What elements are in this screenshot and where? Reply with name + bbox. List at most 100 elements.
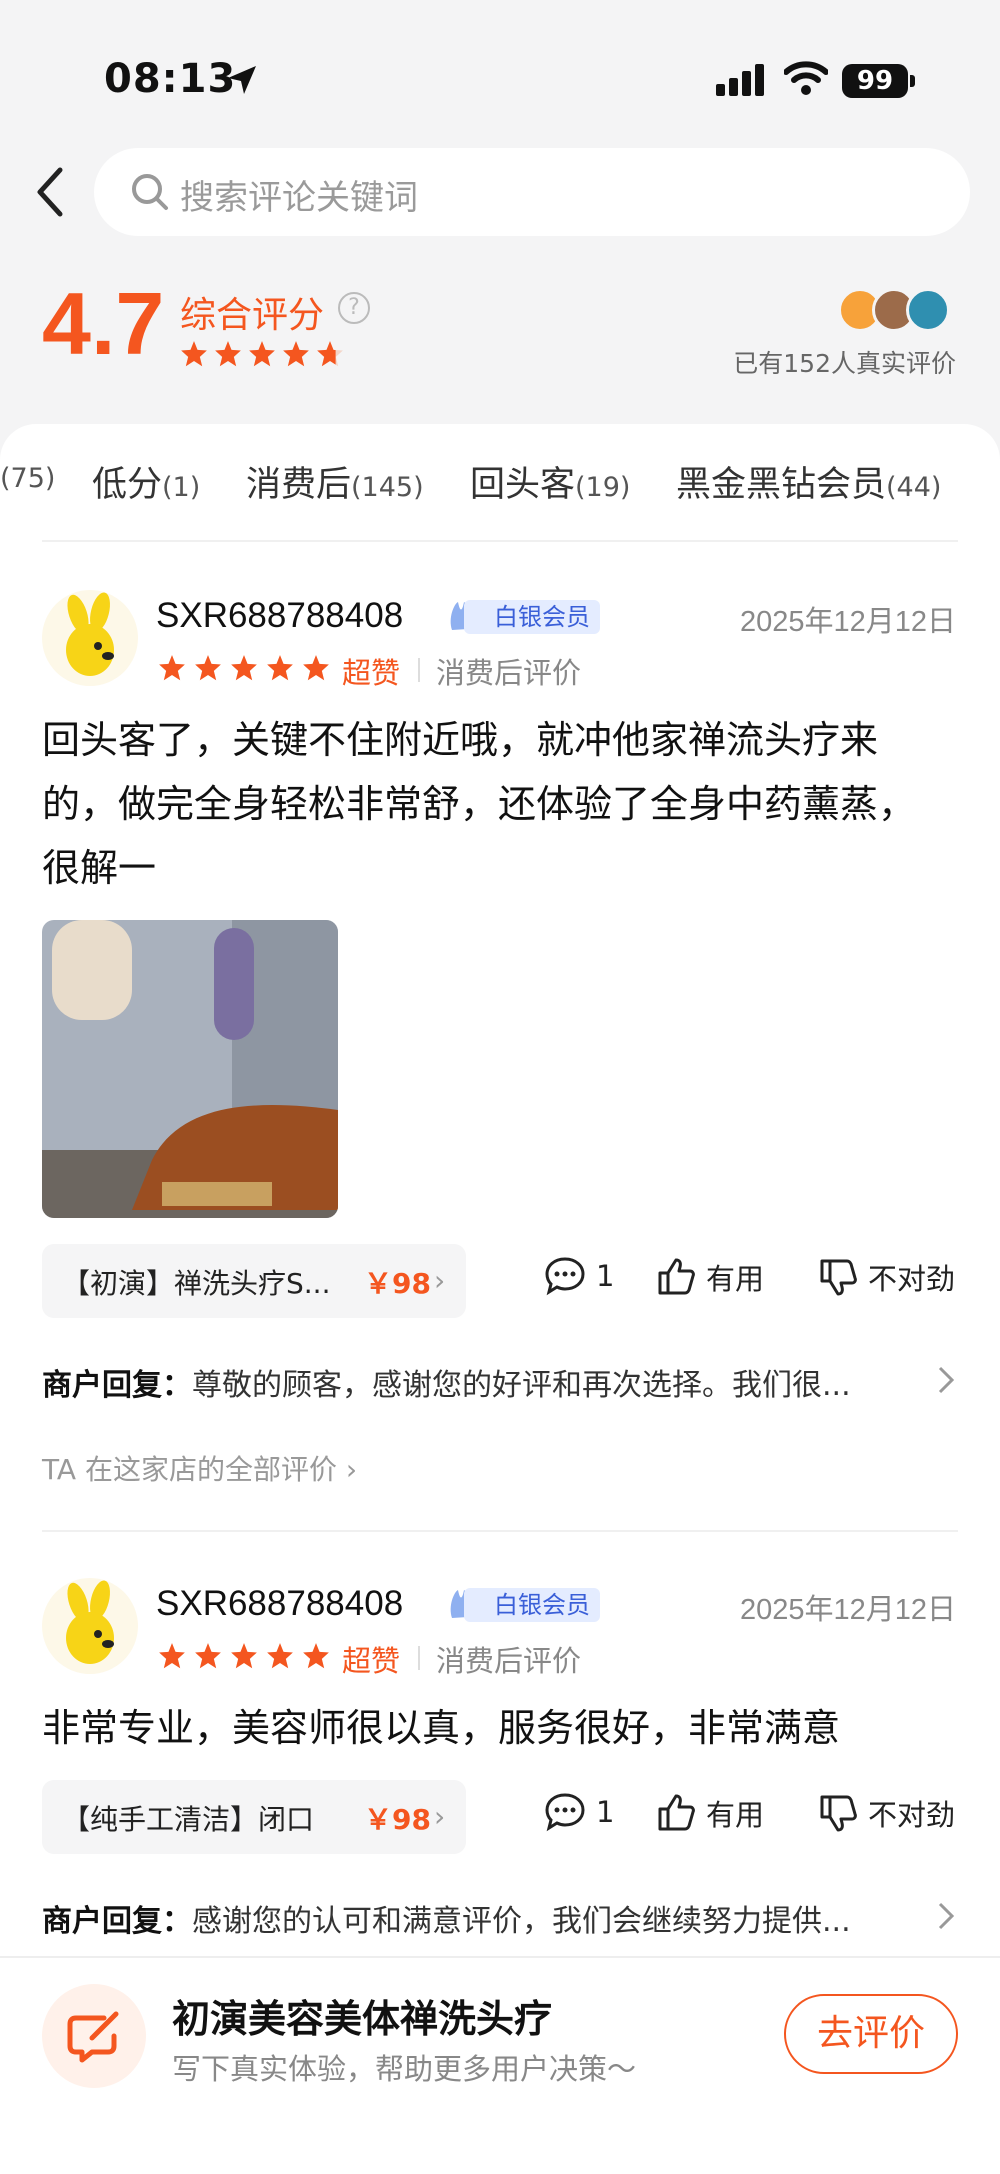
report-button[interactable]: 不对劲: [818, 1256, 955, 1298]
tab-returning[interactable]: 回头客(19): [470, 456, 630, 507]
product-tag[interactable]: 【纯手工清洁】闭口 ￥98 ›: [42, 1780, 466, 1854]
star-icon: [159, 1643, 185, 1669]
review-text-line: 回头客了，关键不住附近哦，就冲他家禅流头疗来: [42, 718, 879, 762]
all-reviews-link[interactable]: TA 在这家店的全部评价 ›: [42, 1448, 357, 1488]
avatar-image: [66, 592, 114, 676]
comment-icon: [545, 1257, 585, 1296]
star-icon: [303, 655, 329, 681]
review-level: 超赞: [342, 656, 401, 690]
tab-count: (19): [575, 472, 631, 503]
comment-count: 1: [596, 1795, 615, 1829]
write-review-glyph: [67, 2011, 119, 2063]
search-icon: [132, 174, 168, 210]
avatar[interactable]: [42, 1578, 138, 1674]
useful-button[interactable]: 有用: [656, 1256, 764, 1298]
review-photo-image: [42, 920, 338, 1218]
tab-black-gold-member[interactable]: 黑金黑钻会员(44): [676, 456, 941, 507]
star-icon: [303, 1643, 329, 1669]
username[interactable]: SXR688788408: [156, 596, 403, 636]
review-type: 消费后评价: [436, 1644, 582, 1678]
comment-icon: [545, 1793, 585, 1832]
avatar-image: [66, 1580, 114, 1664]
star-icon: [195, 655, 221, 681]
review-stars: [158, 1642, 330, 1670]
review-photo[interactable]: [42, 920, 338, 1218]
separator: [418, 658, 420, 682]
username[interactable]: SXR688788408: [156, 1584, 403, 1624]
star-icon: [181, 341, 207, 367]
product-tag[interactable]: 【初演】禅洗头疗S... ￥98 ›: [42, 1244, 466, 1318]
back-icon[interactable]: [30, 162, 70, 222]
review-text[interactable]: 回头客了，关键不住附近哦，就冲他家禅流头疗来 的，做完全身轻松非常舒，还体验了全…: [42, 708, 958, 900]
tab-partial[interactable]: (75): [0, 456, 55, 496]
divider: [42, 540, 958, 542]
star-icon: [159, 655, 185, 681]
review-level: 超赞: [342, 1644, 401, 1678]
review-date: 2025年12月12日: [739, 1594, 956, 1626]
reply-label: 商户回复：: [42, 1368, 192, 1403]
divider: [42, 1530, 958, 1532]
reply-label: 商户回复：: [42, 1904, 192, 1939]
tab-label: 回头客: [470, 465, 576, 505]
help-icon[interactable]: ?: [338, 292, 370, 324]
review-text[interactable]: 非常专业，美容师很以真，服务很好，非常满意: [42, 1696, 958, 1760]
score-label: 综合评分: [180, 295, 325, 336]
avatar: [906, 288, 950, 332]
review-text-line: 的，做完全身轻松非常舒，还体验了全身中药薰蒸，: [42, 782, 917, 826]
separator: [418, 1646, 420, 1670]
location-arrow-icon: [228, 66, 256, 94]
product-name: 【初演】禅洗头疗S...: [62, 1267, 331, 1300]
member-badge: 白银会员: [444, 598, 600, 636]
battery-nub: [910, 75, 915, 87]
review-text-line: 非常专业，美容师很以真，服务很好，非常满意: [42, 1706, 841, 1750]
shop-name: 初演美容美体禅洗头疗: [172, 1997, 553, 2041]
tab-count: (145): [351, 472, 424, 503]
member-badge: 白银会员: [444, 1586, 600, 1624]
product-price: ￥98: [364, 1267, 431, 1300]
merchant-reply[interactable]: 商户回复：感谢您的认可和满意评价，我们会继续努力提供...: [42, 1896, 958, 1940]
tab-low-score[interactable]: 低分(1): [92, 456, 200, 507]
chevron-right-icon[interactable]: [936, 1900, 956, 1932]
chevron-right-icon[interactable]: [936, 1364, 956, 1396]
useful-label: 有用: [706, 1798, 765, 1832]
report-button[interactable]: 不对劲: [818, 1792, 955, 1834]
search-input[interactable]: 搜索评论关键词: [94, 148, 970, 236]
star-icon: [267, 655, 293, 681]
chevron-right-icon: ›: [434, 1264, 446, 1297]
reply-text: 尊敬的顾客，感谢您的好评和再次选择。我们很...: [192, 1368, 851, 1403]
member-badge-label: 白银会员: [464, 1588, 600, 1622]
tab-count: (44): [886, 472, 942, 503]
avatar[interactable]: [42, 590, 138, 686]
star-icon: [283, 341, 309, 367]
star-icon: [231, 1643, 257, 1669]
comment-button[interactable]: 1: [544, 1792, 614, 1832]
useful-label: 有用: [706, 1262, 765, 1296]
write-review-icon[interactable]: [42, 1984, 146, 2088]
thumb-up-icon: [658, 1258, 695, 1295]
star-icon: [195, 1643, 221, 1669]
tab-label: 消费后: [246, 465, 352, 505]
review-date: 2025年12月12日: [739, 606, 956, 638]
review-type: 消费后评价: [436, 656, 582, 690]
wifi-icon: [784, 61, 828, 95]
reviewer-avatars: [838, 288, 950, 332]
merchant-reply[interactable]: 商户回复：尊敬的顾客，感谢您的好评和再次选择。我们很...: [42, 1360, 958, 1404]
shop-subtitle: 写下真实体验，帮助更多用户决策～: [172, 2052, 637, 2086]
signal-icon: [716, 64, 764, 96]
comment-count: 1: [596, 1259, 615, 1293]
star-icon: [317, 341, 343, 367]
review-stars: [158, 654, 330, 682]
star-icon: [249, 341, 275, 367]
status-time: 08:13: [104, 56, 237, 102]
write-review-button[interactable]: 去评价: [784, 1994, 958, 2074]
thumb-down-icon: [820, 1795, 857, 1832]
score-stars: [180, 340, 344, 368]
tab-label: 低分: [92, 465, 163, 505]
bottom-bar: 初演美容美体禅洗头疗 写下真实体验，帮助更多用户决策～ 去评价: [0, 1956, 1000, 2174]
comment-button[interactable]: 1: [544, 1256, 614, 1296]
useful-button[interactable]: 有用: [656, 1792, 764, 1834]
tab-after-purchase[interactable]: 消费后(145): [246, 456, 424, 507]
tab-label: 黑金黑钻会员: [676, 465, 887, 505]
overall-score: 4.7: [42, 274, 165, 373]
wrong-label: 不对劲: [868, 1262, 956, 1296]
